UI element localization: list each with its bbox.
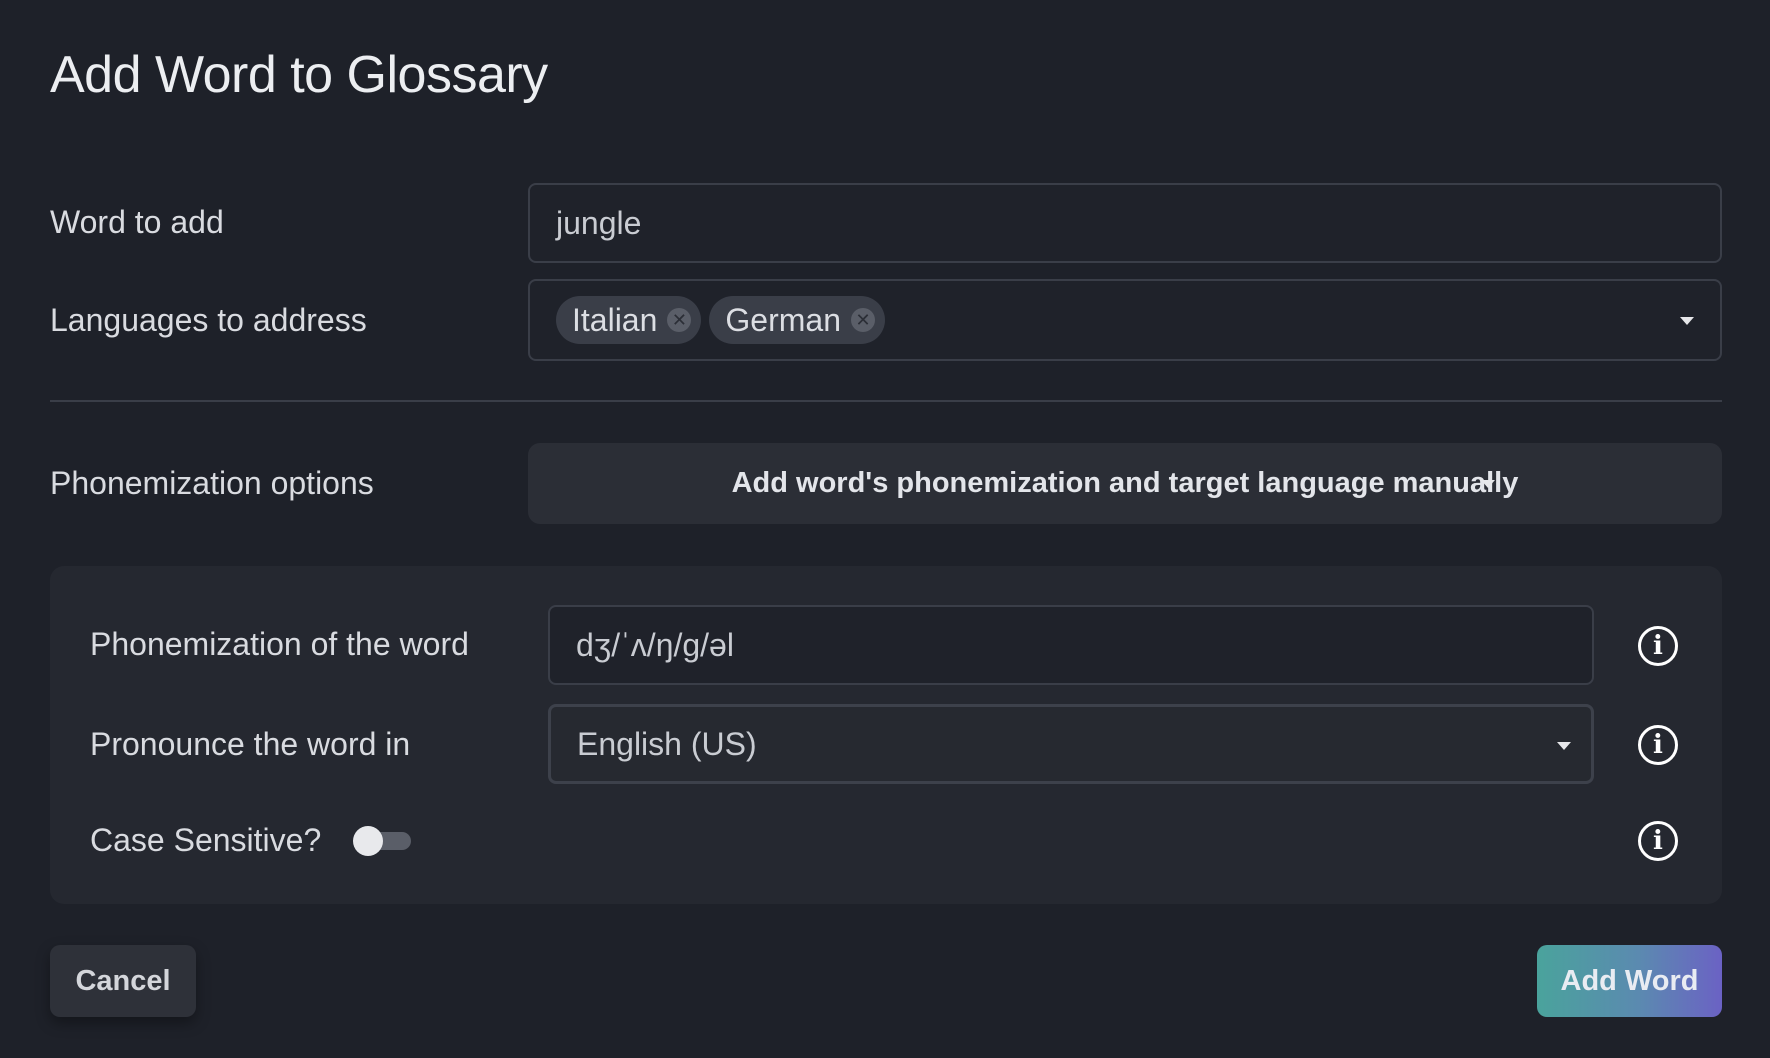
phonemization-options-value: Add word's phonemization and target lang… (731, 467, 1519, 499)
phonemization-label: Phonemization of the word (90, 626, 469, 662)
pronounce-language-select[interactable]: English (US) (548, 704, 1594, 784)
word-input-value: jungle (556, 204, 642, 241)
language-chip-german: German ✕ (709, 296, 885, 344)
case-sensitive-toggle[interactable] (353, 826, 411, 856)
close-circle-icon[interactable]: ✕ (850, 308, 875, 332)
phonemization-options-label: Phonemization options (50, 465, 374, 501)
cancel-button[interactable]: Cancel (50, 945, 196, 1017)
language-chip-label: Italian (572, 301, 658, 338)
add-word-button[interactable]: Add Word (1537, 945, 1722, 1017)
case-sensitive-label: Case Sensitive? (90, 822, 322, 858)
chevron-down-icon[interactable] (1481, 480, 1495, 488)
word-label: Word to add (50, 204, 224, 240)
phonemization-input[interactable]: dʒ/ˈʌ/ŋ/g/əl (548, 605, 1594, 685)
info-circle-icon[interactable]: i (1638, 626, 1678, 666)
languages-label: Languages to address (50, 302, 367, 338)
language-chip-label: German (725, 301, 841, 338)
pronounce-language-value: English (US) (577, 725, 757, 762)
languages-multiselect[interactable]: Italian ✕ German ✕ (528, 279, 1722, 361)
phonemization-input-value: dʒ/ˈʌ/ŋ/g/əl (576, 626, 734, 663)
word-input[interactable]: jungle (528, 183, 1722, 263)
chevron-down-icon[interactable] (1680, 317, 1694, 325)
info-circle-icon[interactable]: i (1638, 725, 1678, 765)
section-divider (50, 400, 1722, 402)
add-word-dialog: Add Word to Glossary Word to add jungle … (0, 0, 1770, 1058)
info-circle-icon[interactable]: i (1638, 821, 1678, 861)
dialog-title: Add Word to Glossary (50, 46, 548, 104)
phonemization-options-select[interactable]: Add word's phonemization and target lang… (528, 443, 1722, 524)
pronounce-label: Pronounce the word in (90, 726, 411, 762)
close-circle-icon[interactable]: ✕ (667, 308, 692, 332)
language-chip-italian: Italian ✕ (556, 296, 702, 344)
chevron-down-icon[interactable] (1557, 742, 1571, 750)
toggle-knob (353, 826, 383, 856)
